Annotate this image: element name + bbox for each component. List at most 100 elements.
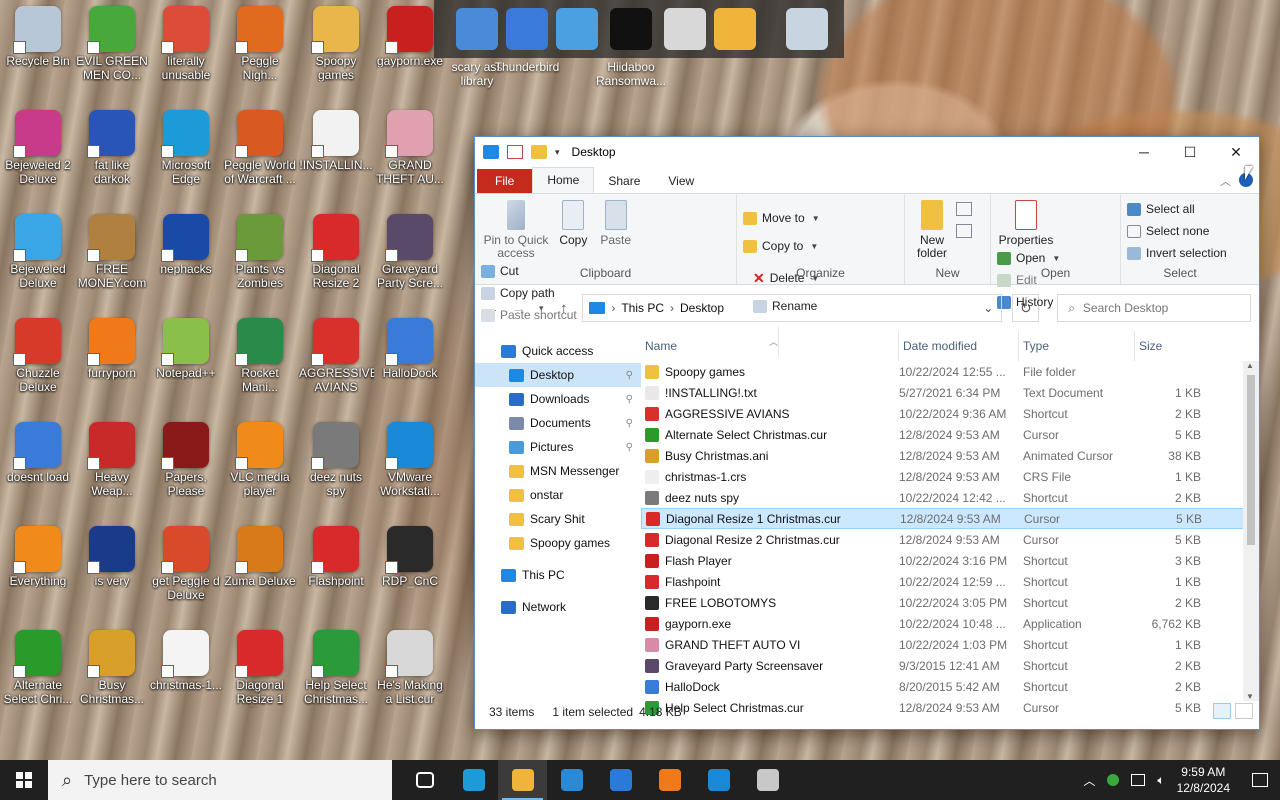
copy-path-button[interactable]: Copy path <box>481 282 577 304</box>
properties-quick-icon[interactable] <box>507 145 523 159</box>
desktop-shortcut[interactable]: He's Making a List.cur <box>372 626 448 726</box>
nav-item[interactable]: Desktop ⚲ <box>475 363 641 387</box>
desktop-shortcut[interactable]: !INSTALLIN... <box>298 106 374 206</box>
address-dropdown-chevron-icon[interactable]: ⌄ <box>983 301 993 315</box>
pin-quick-access-button[interactable]: Pin to Quick access <box>481 198 551 260</box>
desktop-shortcut[interactable]: deez nuts spy <box>298 418 374 518</box>
tab-file[interactable]: File <box>477 169 533 193</box>
recycle-bin-icon[interactable] <box>786 8 828 50</box>
move-to-button[interactable]: Move to ▼ <box>743 204 820 232</box>
desktop-shortcut[interactable]: Rocket Mani... <box>222 314 298 414</box>
desktop-shortcut[interactable]: Chuzzle Deluxe <box>0 314 76 414</box>
customize-toolbar-chevron-icon[interactable]: ▾ <box>555 147 560 158</box>
tab-share[interactable]: Share <box>594 169 654 193</box>
file-row[interactable]: Diagonal Resize 1 Christmas.cur 12/8/2024… <box>641 508 1259 529</box>
desktop-shortcut[interactable]: Peggle World of Warcraft ... <box>222 106 298 206</box>
desktop-shortcut[interactable]: Spoopy games <box>298 2 374 102</box>
file-row[interactable]: HalloDock 8/20/2015 5:42 AM Shortcut 2 KB <box>641 676 1259 697</box>
file-row[interactable]: Diagonal Resize 2 Christmas.cur 12/8/2024… <box>641 529 1259 550</box>
file-row[interactable]: deez nuts spy 10/22/2024 12:42 ... Shortcu… <box>641 487 1259 508</box>
vertical-scrollbar[interactable]: ▲ ▼ <box>1243 361 1259 701</box>
select-none-button[interactable]: Select none <box>1127 220 1227 242</box>
desktop-shortcut[interactable]: Recycle Bin <box>0 2 76 102</box>
volume-icon[interactable]: 🔈︎ <box>1157 773 1164 788</box>
scroll-down-icon[interactable]: ▼ <box>1246 692 1254 701</box>
taskbar-app-button[interactable] <box>645 760 694 800</box>
details-view-icon[interactable] <box>1213 703 1231 719</box>
taskbar-app-button[interactable] <box>743 760 792 800</box>
desktop-shortcut[interactable]: VLC media player <box>222 418 298 518</box>
nav-item[interactable]: Downloads ⚲ <box>475 387 641 411</box>
desktop-shortcut[interactable]: GRAND THEFT AU... <box>372 106 448 206</box>
desktop-shortcut[interactable]: Peggle Nigh... <box>222 2 298 102</box>
people-tray-icon[interactable] <box>1107 774 1120 786</box>
desktop-shortcut[interactable]: Notepad++ <box>148 314 224 414</box>
desktop-shortcut[interactable]: Papers, Please <box>148 418 224 518</box>
desktop-shortcut[interactable]: Plants vs Zombies <box>222 210 298 310</box>
copy-button[interactable]: Copy <box>554 198 592 247</box>
nav-item[interactable]: Documents ⚲ <box>475 411 641 435</box>
desktop-shortcut[interactable]: nephacks <box>148 210 224 310</box>
desktop-shortcut[interactable]: AGGRESSIVE AVIANS <box>298 314 374 414</box>
file-row[interactable]: Flashpoint 10/22/2024 12:59 ... Shortcut 1 … <box>641 571 1259 592</box>
column-date-modified[interactable]: Date modified <box>899 331 1019 361</box>
column-type[interactable]: Type <box>1019 331 1135 361</box>
file-row[interactable]: GRAND THEFT AUTO VI 10/22/2024 1:03 PM Sho… <box>641 634 1259 655</box>
desktop-shortcut[interactable]: RDP_CnC <box>372 522 448 622</box>
desktop-shortcut[interactable]: Zuma Deluxe <box>222 522 298 622</box>
desktop-shortcut[interactable]: christmas-1... <box>148 626 224 726</box>
file-row[interactable]: !INSTALLING!.txt 5/27/2021 6:34 PM Text Do… <box>641 382 1259 403</box>
nav-item[interactable]: Network <box>475 595 641 619</box>
minimize-button[interactable]: ─ <box>1121 137 1167 167</box>
nav-item[interactable]: This PC <box>475 563 641 587</box>
start-button[interactable] <box>0 760 48 800</box>
breadcrumb-desktop[interactable]: Desktop <box>680 301 724 315</box>
taskbar-app-button[interactable] <box>449 760 498 800</box>
breadcrumb-this-pc[interactable]: This PC <box>621 301 664 315</box>
desktop-shortcut[interactable]: Microsoft Edge <box>148 106 224 206</box>
nav-item[interactable]: Spoopy games <box>475 531 641 555</box>
monitor-icon[interactable] <box>556 8 598 50</box>
folder-icon[interactable] <box>714 8 756 50</box>
desktop-shortcut[interactable]: furryporn <box>74 314 150 414</box>
network-tray-icon[interactable] <box>1131 774 1146 786</box>
globe-icon[interactable] <box>506 8 548 50</box>
taskbar-app-button[interactable] <box>694 760 743 800</box>
large-icons-view-icon[interactable] <box>1235 703 1253 719</box>
address-bar[interactable]: › This PC › Desktop ⌄ <box>582 294 1003 322</box>
desktop-shortcut[interactable]: Flashpoint <box>298 522 374 622</box>
yashma-icon[interactable] <box>610 8 652 50</box>
desktop-shortcut[interactable]: Heavy Weap... <box>74 418 150 518</box>
desktop-shortcut[interactable]: HalloDock <box>372 314 448 414</box>
nav-item[interactable]: Quick access <box>475 339 641 363</box>
title-bar[interactable]: ▾ Desktop ─ ☐ ✕ <box>475 137 1259 167</box>
taskbar-app-button[interactable] <box>498 760 547 800</box>
desktop-shortcut[interactable]: fat like darkok <box>74 106 150 206</box>
scroll-up-icon[interactable]: ▲ <box>1246 361 1254 370</box>
desktop-shortcut[interactable]: Alternate Select Chri... <box>0 626 76 726</box>
search-input[interactable]: ⌕ Search Desktop <box>1057 294 1251 322</box>
new-folder-button[interactable]: New folder <box>911 198 953 260</box>
tab-home[interactable]: Home <box>532 167 595 193</box>
desktop-shortcut[interactable]: Diagonal Resize 1 Ch... <box>222 626 298 726</box>
desktop-shortcut[interactable]: Busy Christmas... <box>74 626 150 726</box>
desktop-shortcut[interactable]: EVIL GREEN MEN CO... <box>74 2 150 102</box>
copy-to-button[interactable]: Copy to ▼ <box>743 232 820 260</box>
file-row[interactable]: Flash Player 10/22/2024 3:16 PM Shortcut 3 … <box>641 550 1259 571</box>
properties-button[interactable]: Properties <box>997 198 1055 247</box>
show-hidden-icons-chevron-icon[interactable]: ︿ <box>1083 772 1095 789</box>
desktop-shortcut[interactable]: Diagonal Resize 2 Ch... <box>298 210 374 310</box>
taskbar-app-button[interactable] <box>547 760 596 800</box>
file-row[interactable]: Graveyard Party Screensaver 9/3/2015 12:4… <box>641 655 1259 676</box>
nav-item[interactable]: MSN Messenger <box>475 459 641 483</box>
close-button[interactable]: ✕ <box>1213 137 1259 167</box>
nav-item[interactable]: Pictures ⚲ <box>475 435 641 459</box>
nav-item[interactable]: Scary Shit <box>475 507 641 531</box>
history-button[interactable]: History <box>997 291 1060 313</box>
desktop-shortcut[interactable]: FREE MONEY.com <box>74 210 150 310</box>
taskbar-search-box[interactable]: ⌕ Type here to search <box>48 760 392 800</box>
new-item-button[interactable] <box>956 202 973 238</box>
desktop-shortcut[interactable]: Everything <box>0 522 76 622</box>
file-row[interactable]: Busy Christmas.ani 12/8/2024 9:53 AM Anima… <box>641 445 1259 466</box>
desktop-shortcut[interactable]: VMware Workstati... <box>372 418 448 518</box>
